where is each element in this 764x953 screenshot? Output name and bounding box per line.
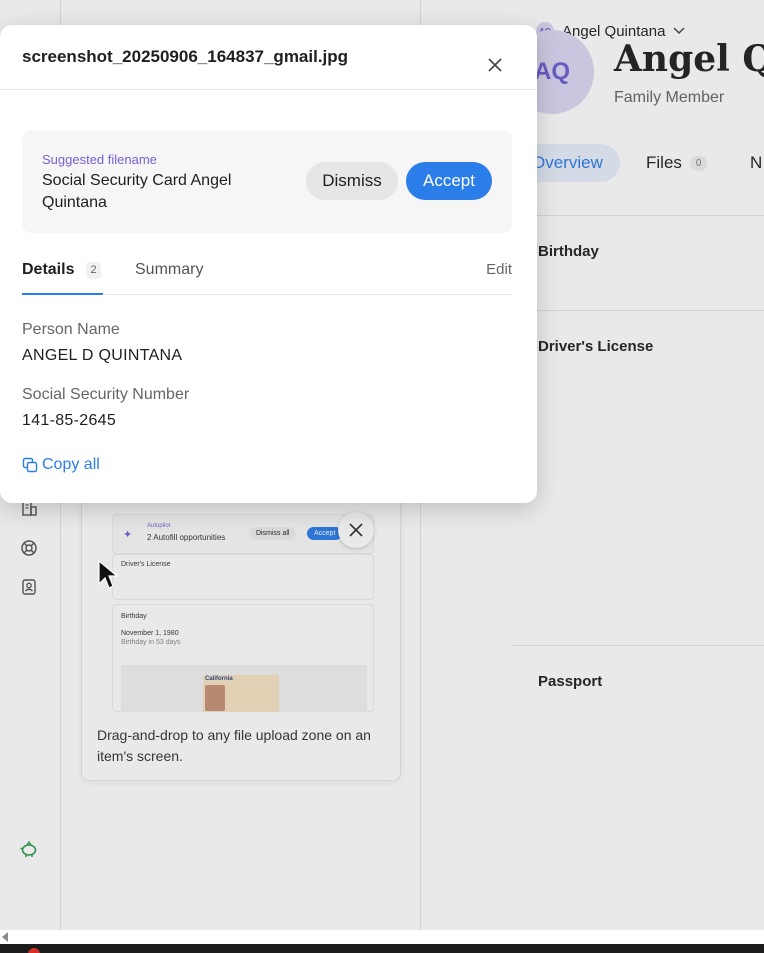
tab-summary[interactable]: Summary xyxy=(135,261,203,279)
person-name-label: Person Name xyxy=(22,321,120,338)
taskbar xyxy=(0,944,764,953)
dismiss-button[interactable]: Dismiss xyxy=(306,162,398,200)
ssn-label: Social Security Number xyxy=(22,386,190,403)
horizontal-scrollbar[interactable] xyxy=(0,930,764,944)
tab-details-label: Details xyxy=(22,261,75,278)
ssn-value: 141-85-2645 xyxy=(22,412,117,429)
modal-divider xyxy=(0,89,537,90)
suggestion-label: Suggested filename xyxy=(42,152,157,167)
close-icon xyxy=(488,58,502,72)
file-details-modal: screenshot_20250906_164837_gmail.jpg Sug… xyxy=(0,25,537,503)
copy-all-label: Copy all xyxy=(42,456,100,473)
modal-tabs: Details 2 Summary Edit xyxy=(22,253,512,295)
modal-close-button[interactable] xyxy=(484,54,506,76)
tab-details[interactable]: Details 2 xyxy=(22,261,103,295)
taskbar-app-icon[interactable] xyxy=(28,948,40,953)
suggested-filename: Social Security Card Angel Quintana xyxy=(42,172,232,211)
tab-details-count: 2 xyxy=(86,262,101,279)
person-name-value: ANGEL D QUINTANA xyxy=(22,347,183,364)
edit-link[interactable]: Edit xyxy=(486,261,512,278)
scroll-left-arrow-icon[interactable] xyxy=(2,932,8,942)
copy-icon xyxy=(22,457,38,473)
filename-suggestion: Suggested filename Social Security Card … xyxy=(22,130,512,233)
accept-button[interactable]: Accept xyxy=(406,162,492,200)
copy-all-button[interactable]: Copy all xyxy=(22,456,100,474)
mouse-cursor-icon xyxy=(98,559,119,597)
modal-title: screenshot_20250906_164837_gmail.jpg xyxy=(22,47,349,66)
